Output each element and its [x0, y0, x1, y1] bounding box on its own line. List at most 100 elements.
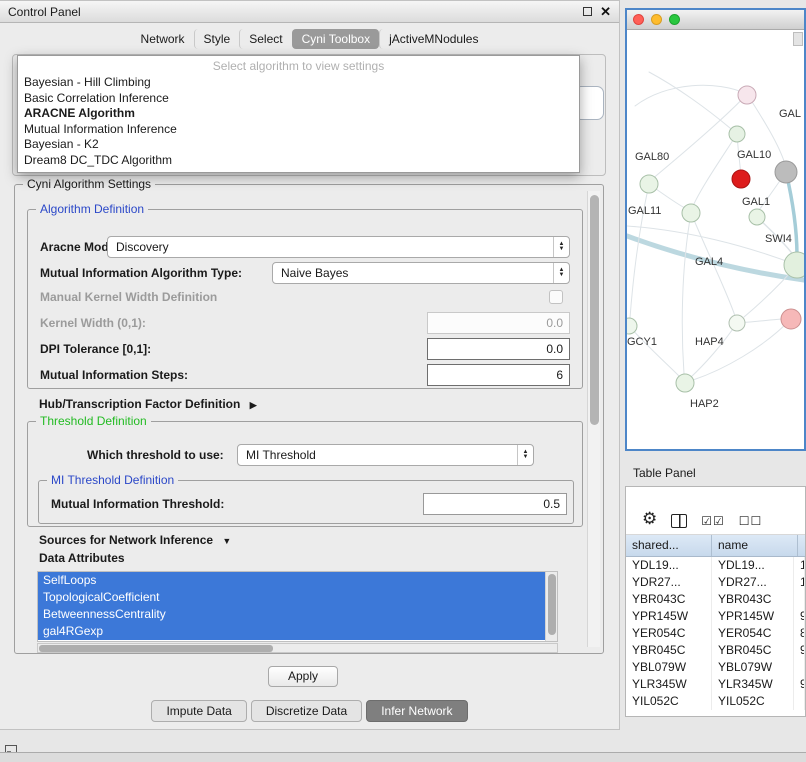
- combo-arrows-icon: ▲▼: [517, 445, 533, 465]
- table-row[interactable]: YIL052C YIL052C: [626, 693, 805, 710]
- table-row[interactable]: YPR145W YPR145W 9.: [626, 608, 805, 625]
- columns-icon[interactable]: [671, 514, 687, 528]
- cyni-mode-tab[interactable]: Impute Data: [151, 700, 246, 722]
- table-row[interactable]: YDR27... YDR27... 12: [626, 574, 805, 591]
- network-edge[interactable]: [682, 213, 691, 374]
- algorithm-menu-item[interactable]: Dream8 DC_TDC Algorithm: [18, 153, 579, 169]
- cyni-algorithm-settings-group: Cyni Algorithm Settings Algorithm Defini…: [14, 184, 604, 654]
- attribute-item[interactable]: SelfLoops: [38, 572, 545, 589]
- which-threshold-select[interactable]: MI Threshold ▲▼: [237, 444, 534, 466]
- data-attributes-label: Data Attributes: [39, 547, 125, 569]
- algorithm-menu-item[interactable]: Mutual Information Inference: [18, 122, 579, 138]
- apply-button[interactable]: Apply: [268, 666, 338, 687]
- attribute-item[interactable]: BetweennessCentrality: [38, 606, 545, 623]
- name-cell: YBL079W: [712, 659, 794, 676]
- shared-name-cell: YBL079W: [626, 659, 712, 676]
- table-column-header[interactable]: shared...: [626, 535, 712, 556]
- value-cell: 9.: [794, 642, 805, 659]
- attribute-rows: SelfLoops TopologicalCoefficient Between…: [38, 572, 545, 641]
- close-panel-icon[interactable]: ✕: [600, 7, 611, 17]
- tab-label: Network: [141, 32, 185, 46]
- table-column-header[interactable]: name: [712, 535, 798, 556]
- network-node[interactable]: [775, 161, 797, 183]
- control-panel-tab[interactable]: Style: [194, 29, 240, 49]
- network-node[interactable]: [749, 209, 765, 225]
- attributes-horizontal-scrollbar[interactable]: [37, 643, 558, 653]
- value-cell: 9.: [794, 676, 805, 693]
- node-label: GAL4: [695, 256, 723, 268]
- shared-name-cell: YDL19...: [626, 557, 712, 574]
- cyni-mode-tab[interactable]: Discretize Data: [251, 700, 362, 722]
- algorithm-menu-item[interactable]: Basic Correlation Inference: [18, 91, 579, 107]
- table-row[interactable]: YLR345W YLR345W 9.: [626, 676, 805, 693]
- network-node[interactable]: [781, 309, 801, 329]
- combo-arrows-icon: ▲▼: [553, 237, 569, 257]
- select-all-columns-icon[interactable]: ☑☑: [701, 514, 725, 528]
- table-row[interactable]: YBL079W YBL079W: [626, 659, 805, 676]
- control-panel-tab[interactable]: Network: [132, 29, 194, 49]
- attribute-item[interactable]: TopologicalCoefficient: [38, 589, 545, 606]
- value-cell: 13: [794, 557, 805, 574]
- manual-kernel-checkbox[interactable]: [549, 290, 563, 304]
- zoom-button[interactable]: [669, 14, 680, 25]
- network-view-scrollbar[interactable]: [793, 32, 803, 46]
- hub-section-toggle[interactable]: Hub/Transcription Factor Definition ▶: [39, 397, 257, 411]
- network-canvas[interactable]: GAL80GAL10GAL11GAL1SWI4GAL4GALGCY1HAP4HA…: [627, 30, 804, 449]
- aracne-mode-select[interactable]: Discovery ▲▼: [107, 236, 570, 258]
- mi-threshold-input[interactable]: 0.5: [423, 493, 567, 515]
- network-node[interactable]: [676, 374, 694, 392]
- algorithm-definition-title: Algorithm Definition: [36, 202, 148, 216]
- network-node[interactable]: [784, 252, 804, 278]
- network-node[interactable]: [682, 204, 700, 222]
- attributes-vertical-scrollbar[interactable]: [545, 572, 557, 641]
- control-panel-tab[interactable]: Cyni Toolbox: [292, 29, 379, 49]
- deselect-all-columns-icon[interactable]: ☐☐: [739, 514, 763, 528]
- algorithm-menu-item[interactable]: Bayesian - Hill Climbing: [18, 75, 579, 91]
- close-button[interactable]: [633, 14, 644, 25]
- algorithm-menu-item[interactable]: Bayesian - K2: [18, 137, 579, 153]
- minimize-button[interactable]: [651, 14, 662, 25]
- attribute-item[interactable]: gal4RGexp: [38, 623, 545, 640]
- control-panel-tab[interactable]: Select: [239, 29, 291, 49]
- network-node[interactable]: [640, 175, 658, 193]
- network-edge[interactable]: [693, 134, 737, 206]
- mi-type-value: Naive Bayes: [273, 263, 553, 283]
- float-window-icon[interactable]: [583, 7, 592, 16]
- name-cell: YDL19...: [712, 557, 794, 574]
- network-edge[interactable]: [649, 72, 737, 134]
- network-edge[interactable]: [635, 85, 747, 106]
- settings-scrollbar[interactable]: [587, 191, 600, 647]
- cyni-mode-tab[interactable]: Infer Network: [366, 700, 467, 722]
- name-cell: YBR043C: [712, 591, 794, 608]
- network-edge[interactable]: [691, 323, 737, 377]
- table-row[interactable]: YDL19... YDL19... 13: [626, 557, 805, 574]
- manual-kernel-label: Manual Kernel Width Definition: [40, 286, 217, 308]
- network-node[interactable]: [732, 170, 750, 188]
- network-node[interactable]: [729, 315, 745, 331]
- threshold-definition-title: Threshold Definition: [36, 414, 151, 428]
- table-row[interactable]: YBR043C YBR043C: [626, 591, 805, 608]
- shared-name-cell: YER054C: [626, 625, 712, 642]
- dpi-tolerance-input[interactable]: 0.0: [427, 338, 570, 360]
- mi-threshold-label: Mutual Information Threshold:: [51, 493, 224, 515]
- network-edge[interactable]: [629, 326, 679, 376]
- kernel-width-input[interactable]: 0.0: [427, 312, 570, 334]
- algorithm-placeholder: Select algorithm to view settings: [18, 58, 579, 75]
- node-label: HAP2: [690, 398, 719, 410]
- control-panel-titlebar: Control Panel ✕: [0, 1, 619, 23]
- mi-type-select[interactable]: Naive Bayes ▲▼: [272, 262, 570, 284]
- which-threshold-label: Which threshold to use:: [87, 444, 224, 466]
- gear-icon[interactable]: ⚙: [642, 510, 657, 528]
- network-node[interactable]: [738, 86, 756, 104]
- network-node[interactable]: [729, 126, 745, 142]
- table-row[interactable]: YBR045C YBR045C 9.: [626, 642, 805, 659]
- table-row[interactable]: YER054C YER054C 8.: [626, 625, 805, 642]
- control-panel-title: Control Panel: [8, 5, 81, 19]
- node-label: GAL11: [628, 205, 661, 217]
- mi-steps-input[interactable]: 6: [427, 364, 570, 386]
- network-node[interactable]: [627, 318, 637, 334]
- mi-threshold-group-title: MI Threshold Definition: [47, 473, 178, 487]
- sources-section-toggle[interactable]: Sources for Network Inference ▼: [39, 533, 231, 547]
- algorithm-menu-item[interactable]: ARACNE Algorithm: [18, 106, 579, 122]
- control-panel-tab[interactable]: jActiveMNodules: [379, 29, 487, 49]
